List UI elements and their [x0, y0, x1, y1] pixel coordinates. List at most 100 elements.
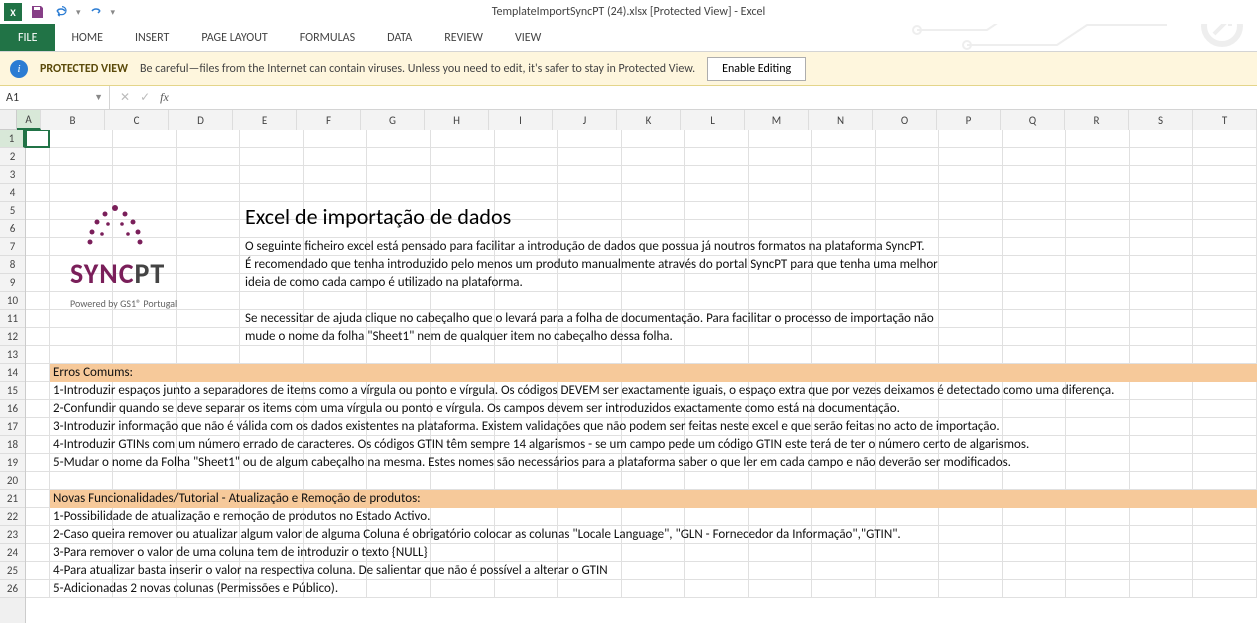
row-header-2[interactable]: 2 — [0, 148, 25, 166]
section1-item: 3-Introduzir informação que não é válida… — [53, 419, 1000, 434]
fx-icon[interactable]: fx — [160, 90, 169, 105]
row-header-25[interactable]: 25 — [0, 562, 25, 580]
section2-item: 4-Para atualizar basta inserir o valor n… — [53, 563, 608, 578]
protected-view-bar: i PROTECTED VIEW Be careful—files from t… — [0, 52, 1257, 86]
row-header-16[interactable]: 16 — [0, 400, 25, 418]
row-header-23[interactable]: 23 — [0, 526, 25, 544]
col-header-D[interactable]: D — [169, 110, 233, 130]
tab-home[interactable]: HOME — [55, 24, 119, 51]
enable-editing-button[interactable]: Enable Editing — [707, 57, 806, 81]
excel-icon: X — [4, 3, 22, 21]
section2-item: 5-Adicionadas 2 novas colunas (Permissõe… — [53, 581, 338, 596]
row-header-9[interactable]: 9 — [0, 274, 25, 292]
logo-text: SYNCPT — [70, 256, 177, 291]
col-header-S[interactable]: S — [1129, 110, 1193, 130]
col-header-N[interactable]: N — [809, 110, 873, 130]
col-header-O[interactable]: O — [873, 110, 937, 130]
redo-icon[interactable] — [87, 3, 105, 21]
col-header-G[interactable]: G — [361, 110, 425, 130]
ribbon-tabs: FILE HOME INSERT PAGE LAYOUT FORMULAS DA… — [0, 24, 1257, 52]
col-header-F[interactable]: F — [297, 110, 361, 130]
formula-bar-row: A1 ▼ ✕ ✓ fx — [0, 86, 1257, 110]
logo-powered: Powered by GS1® Portugal — [70, 297, 177, 310]
row-header-22[interactable]: 22 — [0, 508, 25, 526]
row-header-15[interactable]: 15 — [0, 382, 25, 400]
row-header-6[interactable]: 6 — [0, 220, 25, 238]
tab-view[interactable]: VIEW — [499, 24, 557, 51]
row-header-12[interactable]: 12 — [0, 328, 25, 346]
sheet-heading: Excel de importação de dados — [245, 203, 511, 230]
col-header-C[interactable]: C — [105, 110, 169, 130]
enter-icon[interactable]: ✓ — [140, 90, 150, 105]
section2-item: 2-Caso queira remover ou atualizar algum… — [53, 527, 901, 542]
tab-data[interactable]: DATA — [371, 24, 428, 51]
section1-title: Erros Comums: — [53, 365, 133, 380]
intro2-line: Se necessitar de ajuda clique no cabeçal… — [245, 311, 934, 326]
row-header-21[interactable]: 21 — [0, 490, 25, 508]
row-header-4[interactable]: 4 — [0, 184, 25, 202]
col-header-T[interactable]: T — [1193, 110, 1257, 130]
col-header-K[interactable]: K — [617, 110, 681, 130]
row-header-8[interactable]: 8 — [0, 256, 25, 274]
col-header-Q[interactable]: Q — [1001, 110, 1065, 130]
select-all-corner[interactable] — [0, 110, 17, 130]
row-header-13[interactable]: 13 — [0, 346, 25, 364]
section2-title: Novas Funcionalidades/Tutorial - Atualiz… — [53, 491, 421, 506]
row-header-26[interactable]: 26 — [0, 580, 25, 598]
col-header-L[interactable]: L — [681, 110, 745, 130]
row-header-18[interactable]: 18 — [0, 436, 25, 454]
protected-view-message: Be careful—files from the Internet can c… — [140, 62, 695, 76]
syncpt-logo: SYNCPT Powered by GS1® Portugal — [70, 202, 177, 310]
undo-icon[interactable] — [52, 3, 70, 21]
col-header-B[interactable]: B — [41, 110, 105, 130]
title-bar: X ▾ ▾ TemplateImportSyncPT (24).xlsx [Pr… — [0, 0, 1257, 24]
section1-item: 2-Confundir quando se deve separar os it… — [53, 401, 900, 416]
section2-item: 1-Possibilidade de atualização e remoção… — [53, 509, 430, 524]
tab-file[interactable]: FILE — [0, 24, 55, 51]
formula-input[interactable] — [179, 86, 1257, 109]
row-header-5[interactable]: 5 — [0, 202, 25, 220]
row-header-19[interactable]: 19 — [0, 454, 25, 472]
intro-line: O seguinte ficheiro excel está pensado p… — [245, 239, 925, 254]
col-header-R[interactable]: R — [1065, 110, 1129, 130]
row-header-17[interactable]: 17 — [0, 418, 25, 436]
intro-line: ideia de como cada campo é utilizado na … — [245, 275, 523, 290]
section1-item: 4-Introduzir GTINs com um número errado … — [53, 437, 1029, 452]
row-header-7[interactable]: 7 — [0, 238, 25, 256]
tab-page-layout[interactable]: PAGE LAYOUT — [185, 24, 283, 51]
intro2-line: mude o nome da folha "Sheet1" nem de qua… — [245, 329, 673, 344]
qat-customize-icon[interactable]: ▾ — [111, 7, 116, 18]
cancel-icon[interactable]: ✕ — [120, 90, 130, 105]
row-header-14[interactable]: 14 — [0, 364, 25, 382]
row-header-20[interactable]: 20 — [0, 472, 25, 490]
row-header-3[interactable]: 3 — [0, 166, 25, 184]
name-box[interactable]: A1 ▼ — [0, 86, 110, 109]
col-header-J[interactable]: J — [553, 110, 617, 130]
row-headers: 1234567891011121314151617181920212223242… — [0, 130, 26, 623]
row-header-24[interactable]: 24 — [0, 544, 25, 562]
tab-insert[interactable]: INSERT — [119, 24, 185, 51]
undo-dropdown-icon[interactable]: ▾ — [76, 7, 81, 18]
row-header-11[interactable]: 11 — [0, 310, 25, 328]
section1-item: 1-Introduzir espaços junto a separadores… — [53, 383, 1114, 398]
col-header-E[interactable]: E — [233, 110, 297, 130]
formula-buttons: ✕ ✓ fx — [110, 86, 179, 109]
save-icon[interactable] — [28, 3, 46, 21]
name-box-value: A1 — [6, 91, 19, 105]
cell-grid[interactable]: SYNCPT Powered by GS1® Portugal Excel de i… — [26, 130, 1257, 623]
tab-review[interactable]: REVIEW — [428, 24, 499, 51]
intro-line: É recomendado que tenha introduzido pelo… — [245, 257, 938, 272]
col-header-A[interactable]: A — [17, 110, 41, 130]
col-header-H[interactable]: H — [425, 110, 489, 130]
window-title: TemplateImportSyncPT (24).xlsx [Protecte… — [492, 5, 766, 19]
col-header-P[interactable]: P — [937, 110, 1001, 130]
col-header-M[interactable]: M — [745, 110, 809, 130]
tab-formulas[interactable]: FORMULAS — [284, 24, 371, 51]
logo-dots-icon — [70, 202, 160, 252]
row-header-1[interactable]: 1 — [0, 130, 25, 148]
col-header-I[interactable]: I — [489, 110, 553, 130]
quick-access-toolbar: X ▾ ▾ — [4, 0, 115, 24]
chevron-down-icon[interactable]: ▼ — [94, 92, 103, 103]
row-header-10[interactable]: 10 — [0, 292, 25, 310]
shield-icon: i — [10, 60, 28, 78]
